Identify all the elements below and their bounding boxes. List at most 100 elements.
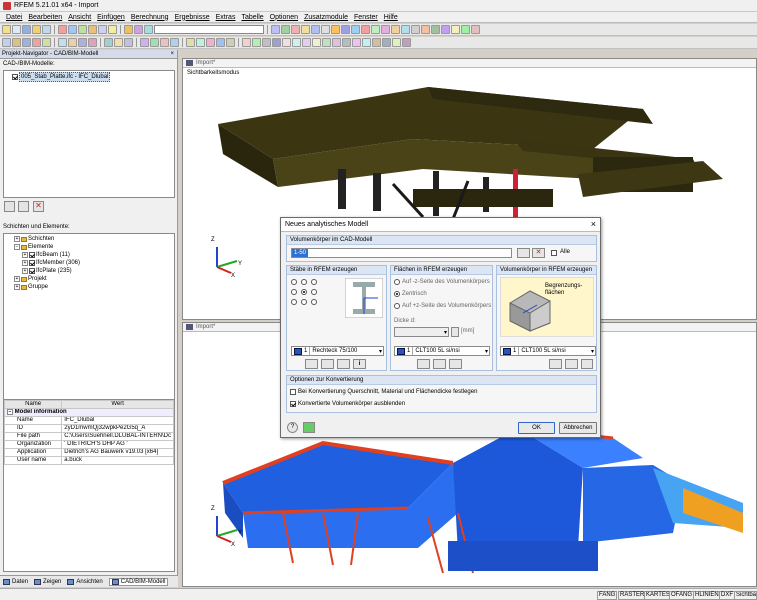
toolbar-button-icon[interactable]: [134, 25, 143, 34]
option-plus-z[interactable]: Auf +z-Seite des Volumenkörpers: [394, 303, 491, 309]
toolbar-button-icon[interactable]: [88, 25, 97, 34]
toolbar-button-icon[interactable]: [361, 25, 370, 34]
toolbar-button-icon[interactable]: [451, 25, 460, 34]
toolbar-button-icon[interactable]: [411, 25, 420, 34]
toolbar-button-icon[interactable]: [170, 38, 179, 47]
info-icon[interactable]: i: [353, 359, 366, 369]
table-row[interactable]: Name IFC_Dlubal: [4, 416, 174, 425]
toolbar-button-icon[interactable]: [42, 25, 51, 34]
toolbar-button-icon[interactable]: [124, 38, 133, 47]
tree-item-ifcplate[interactable]: + IfcPlate (235): [4, 267, 174, 275]
toolbar-button-icon[interactable]: [124, 25, 133, 34]
solid-material-select[interactable]: 1 CLT100 5L si/nsi ▾: [500, 346, 596, 356]
toolbar-button-icon[interactable]: [331, 25, 340, 34]
section-model-information[interactable]: − Model information: [4, 408, 174, 417]
surface-material-select[interactable]: 1 CLT100 5L si/nsi ▾: [394, 346, 490, 356]
checkbox-icon[interactable]: [290, 389, 296, 395]
toolbar-button-icon[interactable]: [78, 25, 87, 34]
toolbar-button-icon[interactable]: [291, 25, 300, 34]
toolbar-button-icon[interactable]: [281, 25, 290, 34]
toolbar-button-icon[interactable]: [302, 38, 311, 47]
toolbar-button-icon[interactable]: [12, 38, 21, 47]
status-sichtbar[interactable]: Sichtbar: [734, 591, 757, 600]
toolbar-button-icon[interactable]: [321, 25, 330, 34]
menu-optionen[interactable]: Optionen: [270, 14, 298, 21]
toolbar-button-icon[interactable]: [292, 38, 301, 47]
toolbar-button-icon[interactable]: [2, 38, 11, 47]
toolbar-button-icon[interactable]: [68, 25, 77, 34]
table-row[interactable]: ID 2yD1mwmQj32wpkPe2G5q_A: [4, 424, 174, 433]
option-center[interactable]: Zentrisch: [394, 291, 427, 297]
toolbar-button-icon[interactable]: [144, 25, 153, 34]
status-fang[interactable]: FANG: [597, 591, 618, 600]
radio-bottom-right[interactable]: [311, 299, 317, 305]
table-row[interactable]: Organization ' DIETRICH'S DHP AG ': [4, 440, 174, 449]
toolbar-button-icon[interactable]: [272, 38, 281, 47]
toolbar-button-icon[interactable]: [140, 38, 149, 47]
toolbar-button-icon[interactable]: [461, 25, 470, 34]
menu-tabelle[interactable]: Tabelle: [241, 14, 263, 21]
toolbar-button-icon[interactable]: [431, 25, 440, 34]
thickness-input[interactable]: ▾: [394, 327, 449, 337]
menu-ansicht[interactable]: Ansicht: [68, 14, 91, 21]
toolbar-button-icon[interactable]: [401, 25, 410, 34]
radio-bottom-left[interactable]: [291, 299, 297, 305]
delete-icon[interactable]: ✕: [532, 248, 545, 258]
status-raster[interactable]: RASTER: [618, 591, 647, 600]
menu-zusatzmodule[interactable]: Zusatzmodule: [304, 14, 348, 21]
edit-icon[interactable]: [449, 359, 462, 369]
status-kartes[interactable]: KARTES: [644, 591, 672, 600]
tree-item-schichten[interactable]: + Schichten: [4, 235, 174, 243]
toolbar-button-icon[interactable]: [114, 38, 123, 47]
toolbar-button-icon[interactable]: [441, 25, 450, 34]
toolbar-button-icon[interactable]: [160, 38, 169, 47]
toolbar-button-icon[interactable]: [206, 38, 215, 47]
toolbar-button-icon[interactable]: [104, 38, 113, 47]
delete-icon[interactable]: ✕: [33, 201, 44, 212]
edit-icon[interactable]: [337, 359, 350, 369]
menu-hilfe[interactable]: Hilfe: [384, 14, 398, 21]
status-hlinien[interactable]: HLINIEN: [693, 591, 721, 600]
tree-item-gruppe[interactable]: + Gruppe: [4, 283, 174, 291]
radio-mid-left[interactable]: [291, 289, 297, 295]
menu-einfuegen[interactable]: Einfügen: [97, 14, 125, 21]
toolbar-button-icon[interactable]: [226, 38, 235, 47]
toolbar-button-icon[interactable]: [342, 38, 351, 47]
toolbar-button-icon[interactable]: [391, 25, 400, 34]
toolbar-button-icon[interactable]: [252, 38, 261, 47]
menu-berechnung[interactable]: Berechnung: [131, 14, 169, 21]
radio-mid-right[interactable]: [311, 289, 317, 295]
tree-item-ifcmember[interactable]: + IfcMember (306): [4, 259, 174, 267]
model-item[interactable]: 005_Stab_Platte.ifc - IFC_Dlubal: [4, 72, 174, 82]
help-icon[interactable]: ?: [287, 422, 298, 433]
tab-daten[interactable]: Daten: [3, 578, 28, 585]
toolbar-button-icon[interactable]: [341, 25, 350, 34]
status-dxf[interactable]: DXF: [719, 591, 735, 600]
table-row[interactable]: Application Dietrich's AG Bauwerk v19.03 …: [4, 448, 174, 457]
section-select[interactable]: 1 Rechteck 75/100 ▾: [291, 346, 384, 356]
toolbar-button-icon[interactable]: [371, 25, 380, 34]
body-selection-input[interactable]: 1-50: [291, 248, 512, 258]
option-hide-converted[interactable]: Konvertierte Volumenkörper ausblenden: [290, 401, 405, 407]
toolbar-button-icon[interactable]: [32, 38, 41, 47]
toolbar-button-icon[interactable]: [351, 25, 360, 34]
new-section-icon[interactable]: [305, 359, 318, 369]
toolbar-combo[interactable]: [154, 25, 264, 34]
toolbar-button-icon[interactable]: [471, 25, 480, 34]
toolbar-button-icon[interactable]: [2, 25, 11, 34]
toolbar-button-icon[interactable]: [312, 38, 321, 47]
toolbar-button-icon[interactable]: [262, 38, 271, 47]
radio-top-left[interactable]: [291, 279, 297, 285]
cancel-button[interactable]: Abbrechen: [559, 422, 597, 434]
toolbar-button-icon[interactable]: [322, 38, 331, 47]
toolbar-button-icon[interactable]: [282, 38, 291, 47]
new-material-icon[interactable]: [549, 359, 562, 369]
toolbar-button-icon[interactable]: [196, 38, 205, 47]
library-icon[interactable]: [433, 359, 446, 369]
print-icon[interactable]: [4, 201, 15, 212]
pick-icon[interactable]: [517, 248, 530, 258]
radio-center[interactable]: [301, 289, 307, 295]
checkbox-icon[interactable]: [29, 252, 35, 258]
toolbar-button-icon[interactable]: [392, 38, 401, 47]
print-settings-icon[interactable]: [18, 201, 29, 212]
